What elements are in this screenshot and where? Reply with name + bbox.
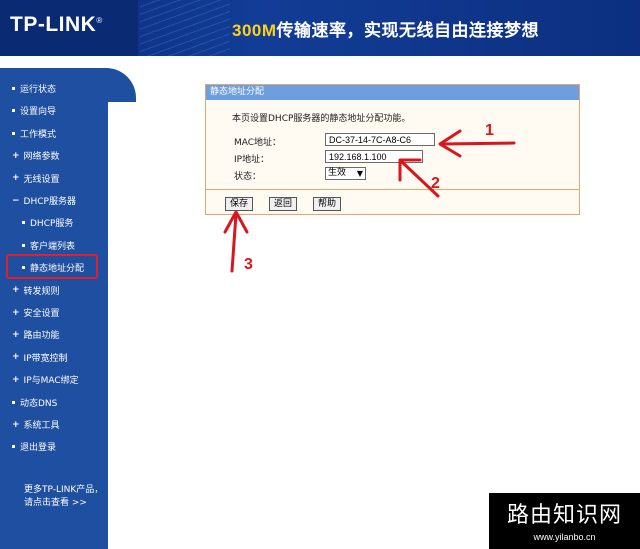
watermark-url: www.yilanbo.cn (533, 532, 596, 542)
sidebar-edge (96, 68, 136, 102)
bullet-icon (12, 445, 15, 449)
sidebar-item-12[interactable]: + IP带宽控制 (12, 351, 68, 364)
annotation-number-2: 2 (431, 175, 440, 192)
header-banner: TP-LINK® 300M传输速率，实现无线自由连接梦想 (0, 0, 640, 56)
sidebar-item-9[interactable]: + 转发规则 (12, 284, 60, 297)
bullet-icon (12, 87, 15, 90)
sidebar-item-label: 动态DNS (20, 398, 58, 409)
header-slogan: 300M传输速率，实现无线自由连接梦想 (232, 21, 540, 41)
collapse-icon: − (12, 195, 20, 206)
status-label: 状态： (234, 172, 262, 182)
mac-input[interactable]: DC-37-14-7C-A8-C6 (325, 133, 435, 146)
sidebar-item-2[interactable]: 工作模式 (12, 127, 56, 140)
ip-input[interactable]: 192.168.1.100 (325, 150, 423, 163)
logo-area: TP-LINK® (0, 0, 138, 56)
panel-divider (206, 189, 579, 190)
ip-label: IP地址： (234, 155, 270, 165)
mac-label: MAC地址： (234, 138, 282, 148)
sidebar-item-label: 网络参数 (23, 152, 60, 163)
bullet-icon (22, 243, 25, 247)
more-products-line1: 更多TP-LINK产品， (24, 485, 104, 495)
sidebar-item-label: 运行状态 (20, 85, 57, 95)
save-button[interactable]: 保存 (225, 197, 254, 211)
sidebar-item-label: 工作模式 (20, 129, 57, 140)
sidebar-item-label: IP带宽控制 (23, 353, 68, 364)
sidebar-item-14[interactable]: 动态DNS (12, 396, 57, 409)
back-button[interactable]: 返回 (269, 197, 298, 211)
sidebar-item-label: DHCP服务器 (23, 197, 76, 207)
sidebar-item-label: IP与MAC绑定 (23, 376, 79, 387)
bullet-icon (22, 221, 25, 225)
sidebar-item-0[interactable]: 运行状态 (12, 82, 56, 95)
sidebar-item-label: 客户端列表 (30, 241, 76, 252)
sidebar-item-5[interactable]: − DHCP服务器 (12, 194, 76, 208)
sidebar-item-label: 系统工具 (23, 421, 60, 431)
panel-title: 静态地址分配 (206, 85, 579, 100)
status-select[interactable]: 生效 ▼ (325, 167, 366, 180)
expand-icon: + (12, 329, 20, 340)
sidebar-item-16[interactable]: 退出登录 (12, 440, 56, 453)
sidebar-item-7[interactable]: 客户端列表 (22, 239, 75, 252)
sidebar-item-11[interactable]: + 路由功能 (12, 328, 60, 342)
sidebar-item-3[interactable]: + 网络参数 (12, 149, 60, 163)
header-decoration (140, 0, 230, 56)
dropdown-arrow-icon: ▼ (356, 169, 363, 178)
sidebar-item-label: 路由功能 (23, 331, 60, 342)
expand-icon: + (12, 374, 20, 385)
expand-icon: + (12, 307, 20, 318)
more-products-link[interactable]: 更多TP-LINK产品， 请点击查看 >> (24, 484, 103, 510)
static-address-panel: 静态地址分配 本页设置DHCP服务器的静态地址分配功能。 MAC地址： DC-3… (205, 84, 580, 215)
watermark: 路由知识网 www.yilanbo.cn (489, 493, 640, 549)
sidebar-item-label: DHCP服务 (30, 219, 74, 230)
expand-icon: + (12, 419, 20, 430)
sidebar-item-label: 设置向导 (20, 107, 57, 118)
sidebar-item-15[interactable]: + 系统工具 (12, 418, 60, 432)
tp-link-logo: TP-LINK® (10, 13, 103, 36)
panel-description: 本页设置DHCP服务器的静态地址分配功能。 (232, 114, 411, 124)
annotation-number-1: 1 (485, 122, 494, 139)
help-button[interactable]: 帮助 (313, 197, 342, 211)
expand-icon: + (12, 150, 20, 161)
sidebar-item-10[interactable]: + 安全设置 (12, 306, 60, 320)
watermark-title: 路由知识网 (506, 503, 622, 528)
bullet-icon (12, 400, 15, 404)
sidebar-item-4[interactable]: + 无线设置 (12, 172, 60, 185)
sidebar-item-6[interactable]: DHCP服务 (22, 216, 73, 229)
expand-icon: + (12, 173, 20, 184)
sidebar-item-label: 无线设置 (23, 174, 60, 185)
status-select-value: 生效 (328, 168, 347, 178)
expand-icon: + (12, 285, 20, 296)
sidebar-item-1[interactable]: 设置向导 (12, 104, 56, 117)
sidebar-item-label: 退出登录 (20, 443, 57, 454)
more-products-line2: 请点击查看 >> (24, 498, 87, 508)
selected-item-highlight (6, 254, 98, 279)
sidebar-item-label: 安全设置 (23, 309, 60, 319)
sidebar-item-13[interactable]: + IP与MAC绑定 (12, 373, 79, 387)
bullet-icon (12, 131, 15, 135)
bullet-icon (12, 109, 15, 113)
annotation-number-3: 3 (244, 256, 253, 273)
expand-icon: + (12, 352, 20, 363)
sidebar-item-label: 转发规则 (23, 286, 60, 297)
